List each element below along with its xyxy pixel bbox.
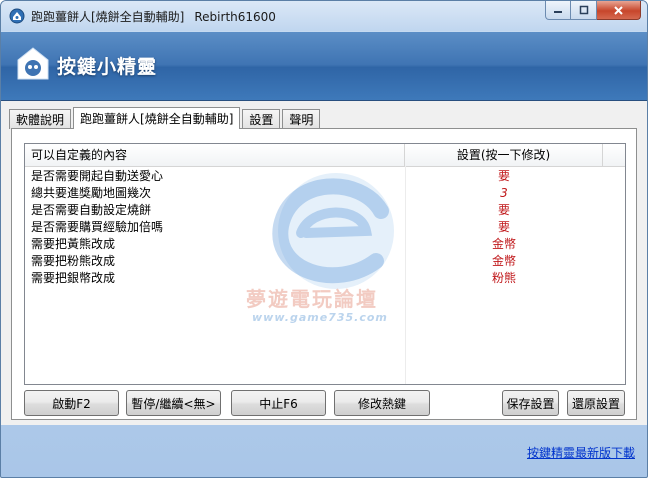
column-header-value[interactable]: 設置(按一下修改) xyxy=(405,144,603,166)
setting-name: 是否需要購買經驗加倍嗎 xyxy=(31,220,164,234)
setting-value[interactable]: 粉熊 xyxy=(405,270,603,287)
tab-panel: 可以自定義的內容 設置(按一下修改) 是否需要開起自動送愛心 要 總共要進獎勵地… xyxy=(11,128,637,420)
maximize-button[interactable] xyxy=(571,1,597,20)
window-title-name: 跑跑薑餅人[燒餅全自動輔助] xyxy=(31,10,185,24)
setting-name: 總共要進獎勵地圖幾次 xyxy=(31,186,152,200)
table-row[interactable]: 是否需要自動設定燒餅 要 xyxy=(25,202,625,219)
table-row[interactable]: 是否需要購買經驗加倍嗎 要 xyxy=(25,219,625,236)
latest-version-download-link[interactable]: 按鍵精靈最新版下載 xyxy=(527,444,635,461)
setting-value[interactable]: 要 xyxy=(405,168,603,185)
setting-value[interactable]: 要 xyxy=(405,202,603,219)
table-row[interactable]: 是否需要開起自動送愛心 要 xyxy=(25,168,625,185)
close-icon xyxy=(614,5,623,15)
minimize-icon xyxy=(554,11,562,13)
tab-strip: 軟體說明 跑跑薑餅人[燒餅全自動輔助] 設置 聲明 xyxy=(9,107,322,129)
table-row[interactable]: 需要把粉熊改成 金幣 xyxy=(25,253,625,270)
settings-list[interactable]: 可以自定義的內容 設置(按一下修改) 是否需要開起自動送愛心 要 總共要進獎勵地… xyxy=(24,143,626,385)
setting-value[interactable]: 3 xyxy=(405,185,603,202)
start-button[interactable]: 啟動F2 xyxy=(24,390,119,416)
maximize-icon xyxy=(579,5,588,15)
setting-name: 是否需要開起自動送愛心 xyxy=(31,169,164,183)
window-title-version: Rebirth61600 xyxy=(194,10,276,24)
app-banner: 按鍵小精靈 xyxy=(1,32,647,101)
watermark-url: www.game735.com xyxy=(252,311,388,324)
sprite-logo-icon xyxy=(17,47,49,80)
setting-name: 需要把粉熊改成 xyxy=(31,254,116,268)
setting-name: 需要把黃熊改成 xyxy=(31,237,116,251)
setting-value[interactable]: 要 xyxy=(405,219,603,236)
modify-hotkey-button[interactable]: 修改熱鍵 xyxy=(334,390,430,416)
pause-resume-button[interactable]: 暫停/繼續<無> xyxy=(126,390,221,416)
tab-script-main[interactable]: 跑跑薑餅人[燒餅全自動輔助] xyxy=(73,107,241,129)
app-icon xyxy=(9,8,25,24)
setting-value[interactable]: 金幣 xyxy=(405,236,603,253)
list-header: 可以自定義的內容 設置(按一下修改) xyxy=(25,144,625,167)
setting-value[interactable]: 金幣 xyxy=(405,253,603,270)
stop-button[interactable]: 中止F6 xyxy=(231,390,326,416)
title-bar[interactable]: 跑跑薑餅人[燒餅全自動輔助] Rebirth61600 xyxy=(1,1,647,31)
app-window: 跑跑薑餅人[燒餅全自動輔助] Rebirth61600 按鍵小精靈 軟體說明 跑跑… xyxy=(0,0,648,478)
close-button[interactable] xyxy=(597,1,641,20)
list-rows: 是否需要開起自動送愛心 要 總共要進獎勵地圖幾次 3 是否需要自動設定燒餅 要 … xyxy=(25,168,625,287)
tab-statement[interactable]: 聲明 xyxy=(282,109,321,129)
watermark-text: 夢遊電玩論壇 xyxy=(246,287,378,311)
minimize-button[interactable] xyxy=(545,1,571,20)
tab-settings[interactable]: 設置 xyxy=(242,109,281,129)
window-title: 跑跑薑餅人[燒餅全自動輔助] Rebirth61600 xyxy=(31,8,276,25)
setting-name: 是否需要自動設定燒餅 xyxy=(31,203,152,217)
banner-title: 按鍵小精靈 xyxy=(57,56,158,78)
main-area: 軟體說明 跑跑薑餅人[燒餅全自動輔助] 設置 聲明 可以自定義的內容 設置(按一… xyxy=(1,101,647,425)
table-row[interactable]: 需要把黃熊改成 金幣 xyxy=(25,236,625,253)
column-header-name[interactable]: 可以自定義的內容 xyxy=(25,144,405,166)
window-controls xyxy=(545,1,641,21)
table-row[interactable]: 總共要進獎勵地圖幾次 3 xyxy=(25,185,625,202)
restore-settings-button[interactable]: 還原設置 xyxy=(567,390,625,416)
tab-software-help[interactable]: 軟體說明 xyxy=(9,109,72,129)
save-settings-button[interactable]: 保存設置 xyxy=(502,390,559,416)
